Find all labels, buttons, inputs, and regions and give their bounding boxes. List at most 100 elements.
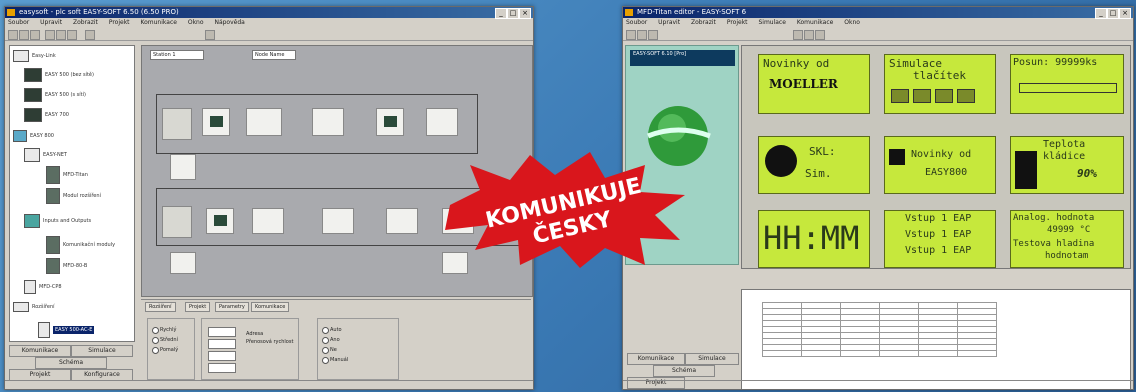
- close-button[interactable]: ×: [519, 8, 531, 19]
- lcd-panel-clock[interactable]: HH:MM: [758, 210, 870, 268]
- paste-icon[interactable]: [85, 30, 95, 40]
- communication-button[interactable]: Komunikace: [9, 345, 71, 357]
- key-button[interactable]: [935, 89, 953, 103]
- key-button[interactable]: [913, 89, 931, 103]
- open-icon[interactable]: [637, 30, 647, 40]
- tree-item[interactable]: Easy-Link: [13, 50, 56, 62]
- menu-communication[interactable]: Komunikace: [797, 19, 833, 26]
- tree-item[interactable]: Modul rozšíření: [46, 188, 101, 204]
- table-cell[interactable]: [801, 350, 841, 357]
- device-module[interactable]: [312, 108, 344, 136]
- menu-edit[interactable]: Upravit: [658, 19, 680, 26]
- menu-communication[interactable]: Komunikace: [140, 19, 176, 26]
- lcd-panel-level[interactable]: Teplota kládice 90%: [1010, 136, 1124, 194]
- device-module[interactable]: [170, 252, 196, 274]
- menu-file[interactable]: Soubor: [8, 19, 29, 26]
- maximize-button[interactable]: □: [1107, 8, 1119, 19]
- station-select[interactable]: Station 1: [150, 50, 204, 60]
- lcd-panel-counter[interactable]: Posun: 99999ks: [1010, 54, 1124, 114]
- option-auto-radio[interactable]: [322, 327, 329, 334]
- menu-project[interactable]: Projekt: [727, 19, 748, 26]
- table-cell[interactable]: [840, 350, 880, 357]
- option-medium-radio[interactable]: [152, 337, 159, 344]
- tree-item[interactable]: EASY 800: [13, 130, 54, 142]
- key-button[interactable]: [891, 89, 909, 103]
- address-field[interactable]: [208, 327, 236, 337]
- device-module[interactable]: [202, 108, 230, 136]
- lcd-panel-warning[interactable]: Novinky od EASY800: [884, 136, 996, 194]
- schema-button[interactable]: Schéma: [653, 365, 715, 377]
- simulation-button[interactable]: Simulace: [685, 353, 739, 365]
- simulation-button[interactable]: Simulace: [71, 345, 133, 357]
- table-cell[interactable]: [762, 350, 802, 357]
- node-name-field[interactable]: Node Name: [252, 50, 296, 60]
- device-module[interactable]: [246, 108, 282, 136]
- tree-item-selected[interactable]: EASY 500-AC-E: [38, 322, 95, 338]
- lcd-panel-simulation[interactable]: Simulace tlačítek: [884, 54, 996, 114]
- help-icon[interactable]: [205, 30, 215, 40]
- tree-item[interactable]: Inputs and Outputs: [24, 214, 91, 228]
- lcd-panel-inputs[interactable]: Vstup 1 EAP Vstup 1 EAP Vstup 1 EAP: [884, 210, 996, 268]
- tab-parameters[interactable]: Parametry: [215, 302, 249, 312]
- zoom-in-icon[interactable]: [793, 30, 803, 40]
- mfd-device[interactable]: [162, 206, 192, 238]
- schema-button[interactable]: Schéma: [35, 357, 107, 369]
- option-yes-radio[interactable]: [322, 337, 329, 344]
- copy-icon[interactable]: [67, 30, 77, 40]
- maximize-button[interactable]: □: [507, 8, 519, 19]
- save-icon[interactable]: [30, 30, 40, 40]
- menu-window[interactable]: Okno: [188, 19, 204, 26]
- device-module[interactable]: [170, 154, 196, 180]
- param-field[interactable]: [208, 363, 236, 373]
- lcd-panel-news[interactable]: Novinky od MOELLER: [758, 54, 870, 114]
- menu-file[interactable]: Soubor: [626, 19, 647, 26]
- tree-item[interactable]: EASY-NET: [24, 148, 67, 162]
- device-module[interactable]: [376, 108, 404, 136]
- menu-edit[interactable]: Upravit: [40, 19, 62, 26]
- menu-simulation[interactable]: Simulace: [758, 19, 785, 26]
- tab-communication[interactable]: Komunikace: [251, 302, 290, 312]
- param-field[interactable]: [208, 351, 236, 361]
- tab-extension[interactable]: Rozšíření: [145, 302, 176, 312]
- tree-item[interactable]: EASY 700: [24, 108, 69, 122]
- tree-item[interactable]: EASY 500 (s sítí): [24, 88, 86, 102]
- option-fast-radio[interactable]: [152, 327, 159, 334]
- option-slow-radio[interactable]: [152, 347, 159, 354]
- device-module[interactable]: [426, 108, 458, 136]
- communication-button[interactable]: Komunikace: [627, 353, 685, 365]
- menu-help[interactable]: Nápověda: [214, 19, 244, 26]
- tree-item[interactable]: Komunikační moduly: [46, 236, 115, 254]
- menu-view[interactable]: Zobrazit: [691, 19, 716, 26]
- table-cell[interactable]: [918, 350, 958, 357]
- key-button[interactable]: [957, 89, 975, 103]
- tree-item[interactable]: MFD-Titan: [46, 166, 88, 184]
- device-module[interactable]: [252, 208, 284, 234]
- table-cell[interactable]: [957, 350, 997, 357]
- baud-field[interactable]: [208, 339, 236, 349]
- cut-icon[interactable]: [56, 30, 66, 40]
- close-button[interactable]: ×: [1119, 8, 1131, 19]
- tree-item[interactable]: MFD-80-B: [46, 258, 87, 274]
- device-module[interactable]: [386, 208, 418, 234]
- tab-project[interactable]: Projekt: [185, 302, 211, 312]
- menu-window[interactable]: Okno: [844, 19, 860, 26]
- lcd-panel-analog[interactable]: Analog. hodnota 49999 °C Testova hladina…: [1010, 210, 1124, 268]
- option-manual-radio[interactable]: [322, 357, 329, 364]
- tree-item[interactable]: EASY 500 (bez sítě): [24, 68, 94, 82]
- minimize-button[interactable]: _: [495, 8, 507, 19]
- save-icon[interactable]: [648, 30, 658, 40]
- new-icon[interactable]: [8, 30, 18, 40]
- lcd-panel-symbol[interactable]: SKL: Sim.: [758, 136, 870, 194]
- print-icon[interactable]: [45, 30, 55, 40]
- open-icon[interactable]: [19, 30, 29, 40]
- table-cell[interactable]: [879, 350, 919, 357]
- tree-item[interactable]: Rozšíření: [13, 302, 55, 312]
- menu-project[interactable]: Projekt: [109, 19, 130, 26]
- zoom-icon[interactable]: [815, 30, 825, 40]
- device-module[interactable]: [322, 208, 354, 234]
- menu-view[interactable]: Zobrazit: [73, 19, 98, 26]
- slider-bar[interactable]: [1019, 83, 1117, 93]
- mfd-device[interactable]: [162, 108, 192, 140]
- tree-item[interactable]: MFD-CP8: [24, 280, 62, 294]
- new-icon[interactable]: [626, 30, 636, 40]
